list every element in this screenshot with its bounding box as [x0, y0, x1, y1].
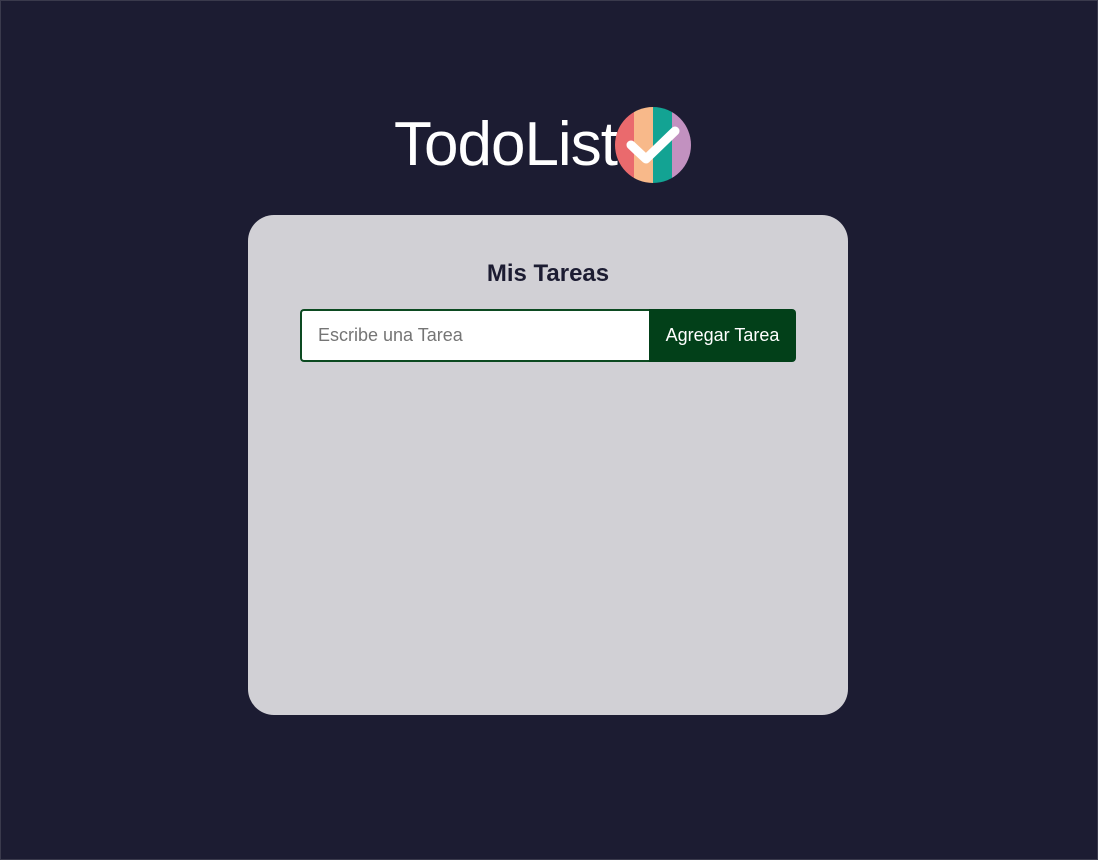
logo-text: TodoList — [394, 110, 618, 179]
card-title: Mis Tareas — [486, 260, 610, 287]
logo: TodoList — [394, 105, 691, 185]
checkmark-badge-icon — [614, 107, 691, 183]
app-root: TodoList Mis Tareas Agregar Tarea — [1, 1, 1097, 859]
add-task-form: Agregar Tarea — [300, 309, 796, 362]
task-card: Mis Tareas Agregar Tarea — [248, 215, 848, 715]
task-input[interactable] — [300, 309, 649, 362]
add-task-button[interactable]: Agregar Tarea — [649, 309, 796, 362]
